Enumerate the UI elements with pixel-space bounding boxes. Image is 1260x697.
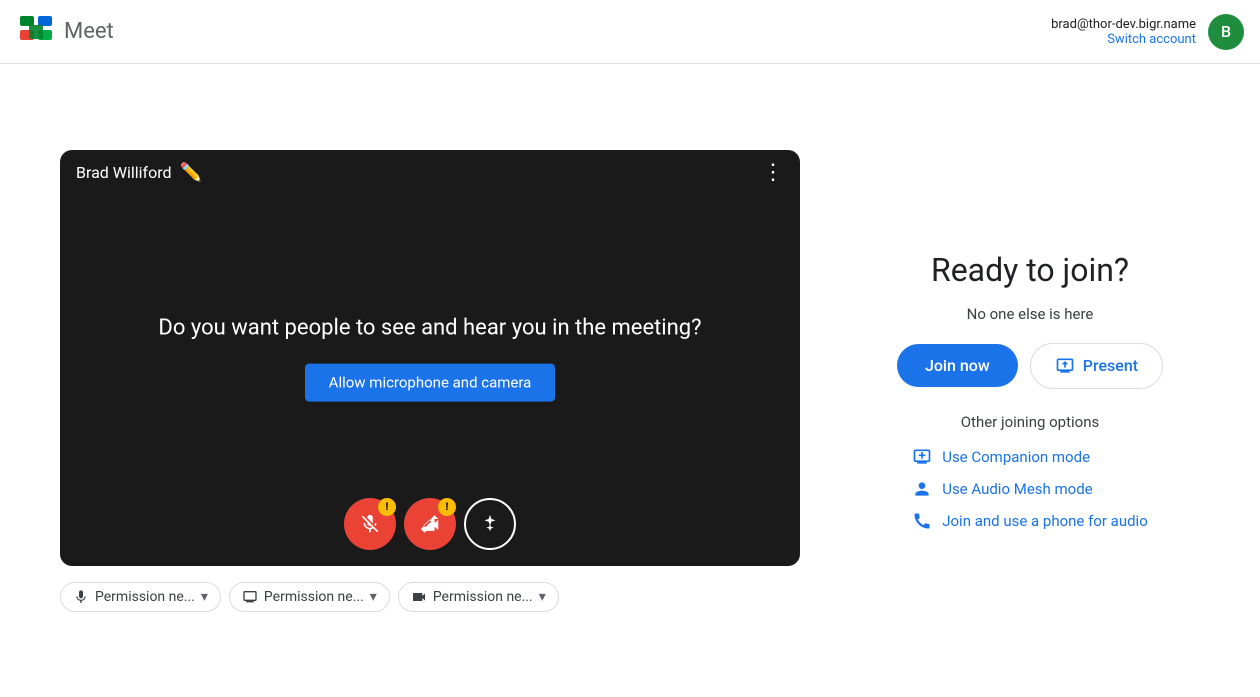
videocam-off-icon (419, 513, 441, 535)
right-panel: Ready to join? No one else is here Join … (860, 231, 1200, 531)
ready-to-join-title: Ready to join? (931, 251, 1129, 289)
account-area: brad@thor-dev.bigr.name Switch account B (1051, 14, 1244, 50)
mic-warning-badge: ! (378, 498, 396, 516)
companion-mode-icon (912, 447, 932, 467)
account-info: brad@thor-dev.bigr.name Switch account (1051, 17, 1196, 47)
companion-mode-option[interactable]: Use Companion mode (912, 447, 1090, 467)
present-screen-icon (1055, 356, 1075, 376)
video-preview: Brad Williford ✏️ ⋮ Do you want people t… (60, 150, 800, 566)
more-options-icon[interactable]: ⋮ (762, 162, 784, 184)
video-user-name: Brad Williford ✏️ (76, 162, 202, 183)
permissions-row: Permission ne... ▾ Permission ne... ▾ Pe… (60, 582, 800, 612)
mic-chevron-icon: ▾ (201, 589, 208, 605)
account-email: brad@thor-dev.bigr.name (1051, 17, 1196, 32)
logo-area: Meet (16, 12, 114, 52)
audio-mesh-mode-icon (912, 479, 932, 499)
mic-perm-label: Permission ne... (95, 589, 195, 605)
video-controls: ! ! (344, 498, 516, 550)
audio-mesh-mode-label: Use Audio Mesh mode (942, 480, 1092, 498)
screen-perm-icon (242, 589, 258, 605)
allow-microphone-camera-button[interactable]: Allow microphone and camera (305, 364, 556, 402)
avatar[interactable]: B (1208, 14, 1244, 50)
audio-mesh-mode-option[interactable]: Use Audio Mesh mode (912, 479, 1092, 499)
phone-audio-option[interactable]: Join and use a phone for audio (912, 511, 1148, 531)
mic-permission-select[interactable]: Permission ne... ▾ (60, 582, 221, 612)
other-options-list: Use Companion mode Use Audio Mesh mode J… (912, 447, 1148, 531)
mic-off-icon (359, 513, 381, 535)
video-message-area: Do you want people to see and hear you i… (134, 313, 726, 402)
mute-camera-button[interactable]: ! (404, 498, 456, 550)
camera-permission-select[interactable]: Permission ne... ▾ (398, 582, 559, 612)
cam-perm-icon (411, 589, 427, 605)
cam-perm-label: Permission ne... (433, 589, 533, 605)
screen-chevron-icon: ▾ (370, 589, 377, 605)
video-section: Brad Williford ✏️ ⋮ Do you want people t… (60, 150, 800, 612)
video-question-text: Do you want people to see and hear you i… (134, 313, 726, 344)
no-one-here-text: No one else is here (967, 305, 1094, 323)
present-label: Present (1083, 356, 1138, 375)
sparkle-icon (479, 513, 501, 535)
join-now-button[interactable]: Join now (897, 344, 1018, 387)
cam-chevron-icon: ▾ (539, 589, 546, 605)
app-name-label: Meet (64, 19, 114, 44)
effects-button[interactable] (464, 498, 516, 550)
mute-microphone-button[interactable]: ! (344, 498, 396, 550)
meet-logo-icon (16, 12, 56, 52)
mic-perm-icon (73, 589, 89, 605)
screen-permission-select[interactable]: Permission ne... ▾ (229, 582, 390, 612)
cam-warning-badge: ! (438, 498, 456, 516)
join-row: Join now Present (897, 343, 1163, 389)
companion-mode-label: Use Companion mode (942, 448, 1090, 466)
video-header: Brad Williford ✏️ ⋮ (60, 150, 800, 196)
header: Meet brad@thor-dev.bigr.name Switch acco… (0, 0, 1260, 64)
edit-name-icon[interactable]: ✏️ (180, 162, 202, 183)
other-options-title: Other joining options (961, 413, 1100, 431)
main-content: Brad Williford ✏️ ⋮ Do you want people t… (0, 64, 1260, 697)
phone-audio-label: Join and use a phone for audio (942, 512, 1148, 530)
present-button[interactable]: Present (1030, 343, 1163, 389)
phone-audio-icon (912, 511, 932, 531)
screen-perm-label: Permission ne... (264, 589, 364, 605)
switch-account-link[interactable]: Switch account (1051, 32, 1196, 47)
